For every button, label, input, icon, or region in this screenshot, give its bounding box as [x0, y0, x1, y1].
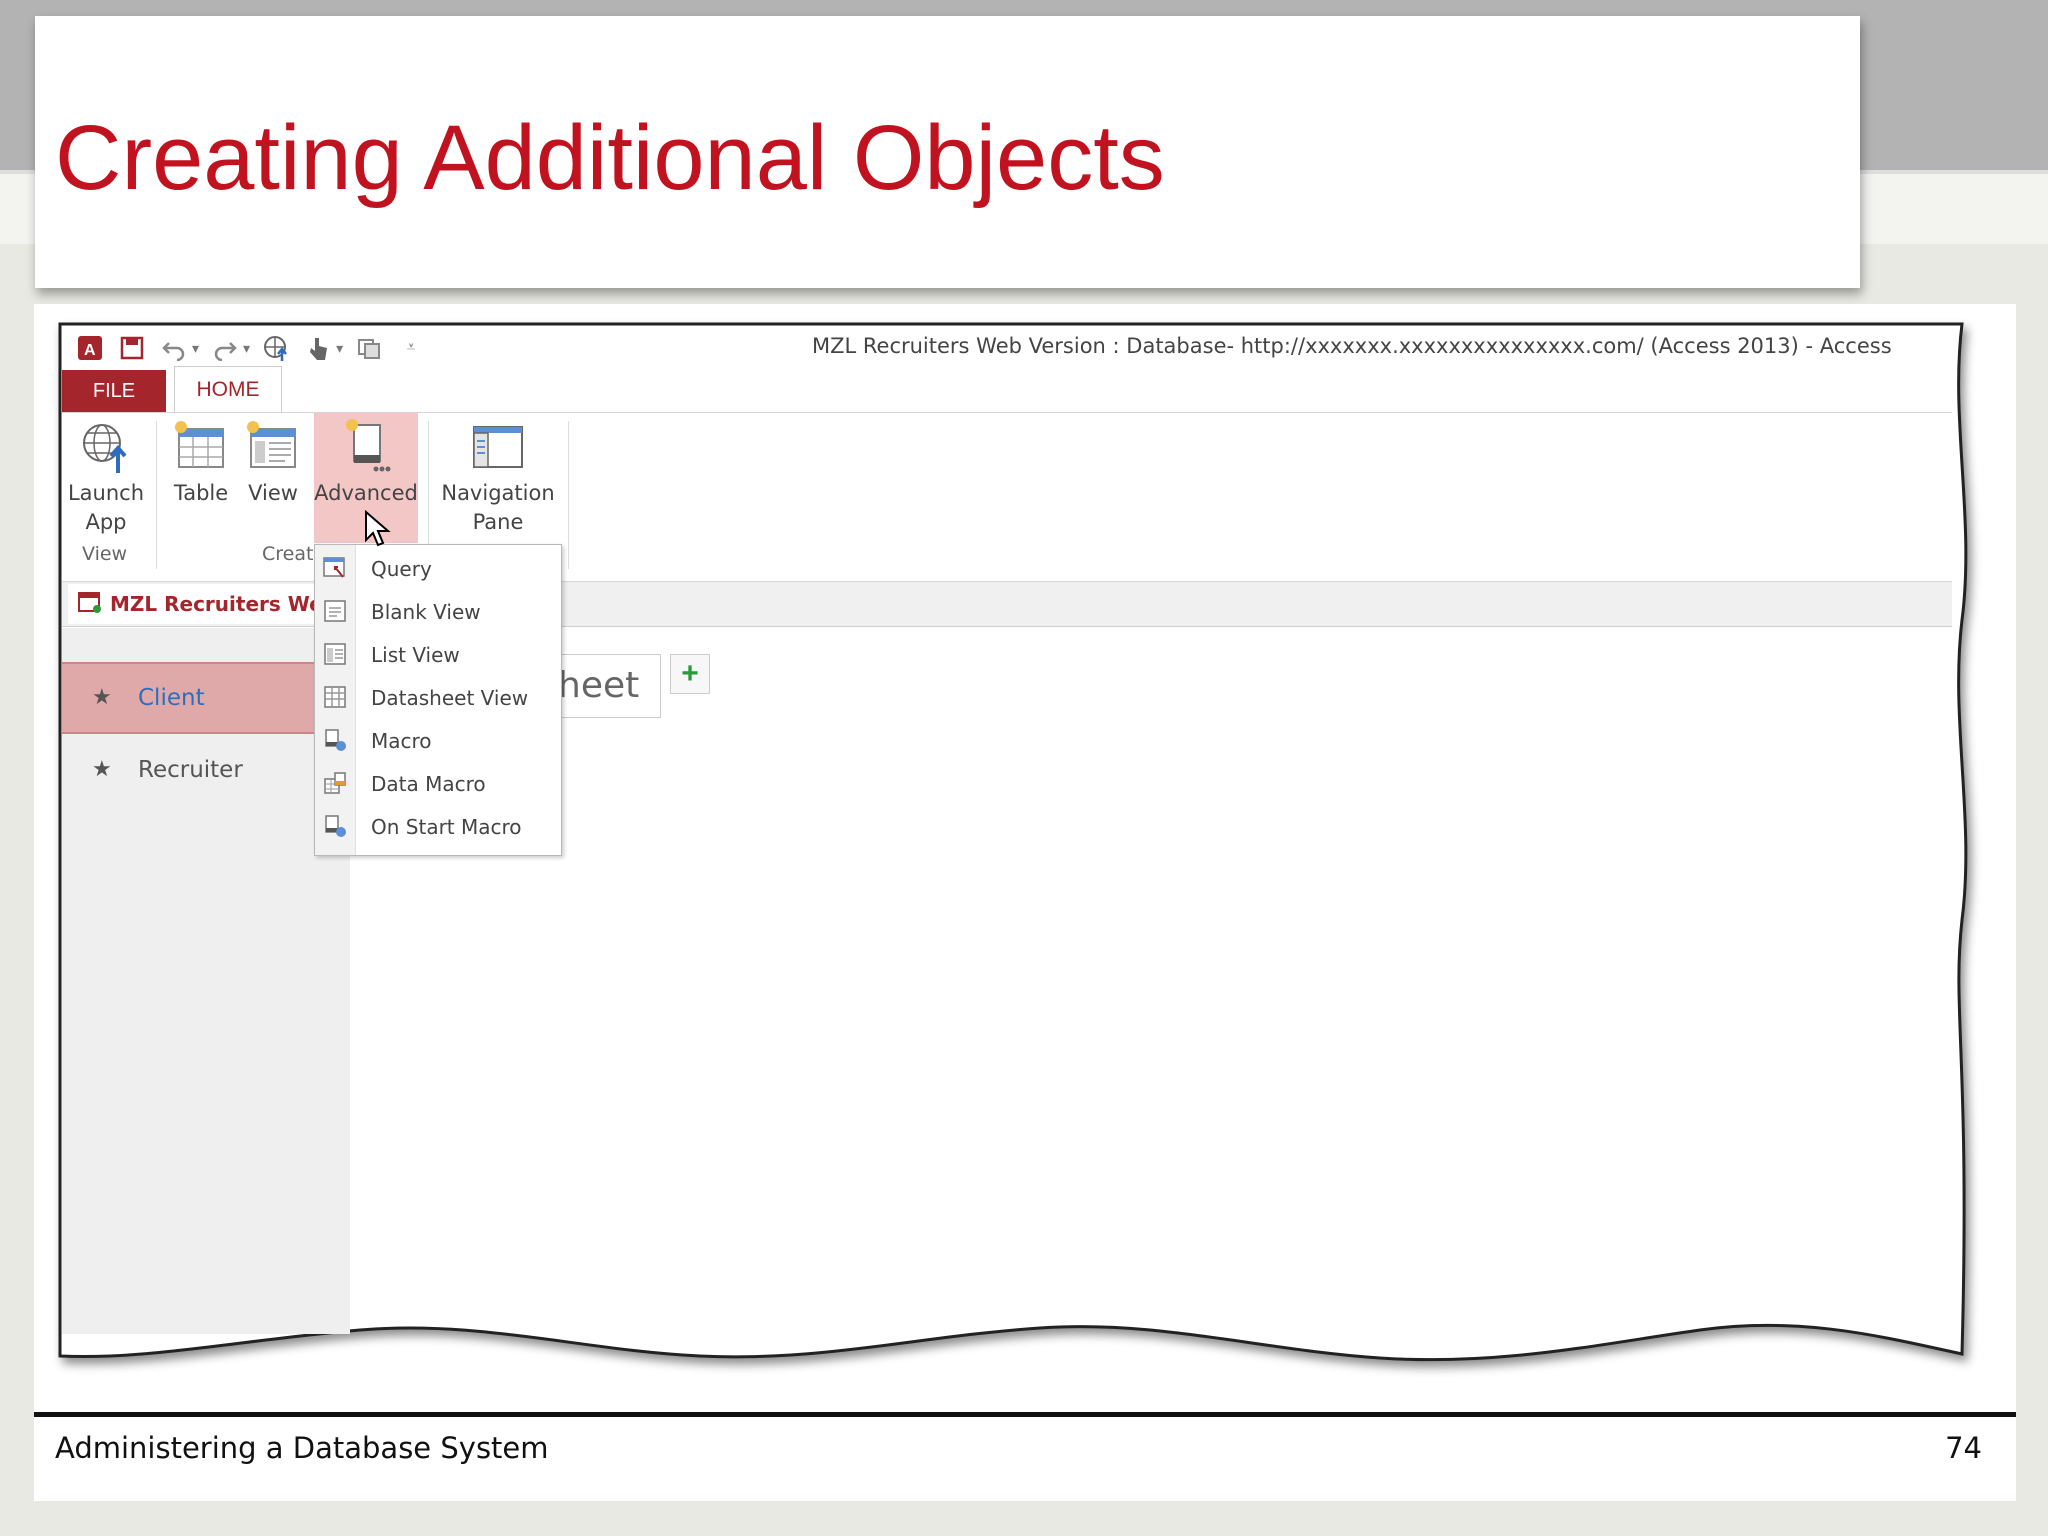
- navigation-pane-icon: [473, 426, 523, 468]
- advanced-dropdown-menu: Query Blank View List View Datasheet Vie…: [314, 544, 562, 856]
- launch-app-label-line2: App: [85, 510, 127, 534]
- navigation-pane-label-line1: Navigation: [441, 481, 555, 505]
- on-start-macro-icon: [325, 815, 346, 837]
- footer-title: Administering a Database System: [55, 1431, 549, 1465]
- window-title: MZL Recruiters Web Version : Database- h…: [812, 334, 1892, 358]
- tab-home[interactable]: HOME: [174, 366, 282, 413]
- advanced-label: Advanced: [314, 481, 418, 505]
- menu-item-label: Data Macro: [371, 772, 486, 796]
- menu-item-datasheet-view[interactable]: Datasheet View: [315, 676, 561, 719]
- web-app-icon: [78, 592, 101, 613]
- star-icon: ★: [92, 757, 112, 782]
- add-view-button[interactable]: +: [670, 654, 710, 694]
- view-label: View: [248, 481, 298, 505]
- touch-mode-icon[interactable]: [302, 332, 334, 364]
- table-icon: [175, 421, 224, 468]
- group-label-create: Creat: [262, 543, 314, 565]
- group-label-view: View: [82, 543, 128, 565]
- menu-item-label: Datasheet View: [371, 686, 529, 710]
- star-icon: ★: [92, 685, 112, 710]
- menu-item-query[interactable]: Query: [315, 547, 561, 590]
- svg-text:A: A: [84, 342, 96, 359]
- menu-item-label: Query: [371, 557, 432, 581]
- customize-qat-icon[interactable]: ⩡: [395, 332, 427, 364]
- slide-footer: Administering a Database System 74: [34, 1417, 2016, 1501]
- sync-icon[interactable]: [353, 332, 385, 364]
- undo-icon[interactable]: [158, 332, 190, 364]
- mouse-cursor-icon: [365, 510, 391, 547]
- save-icon[interactable]: [116, 332, 148, 364]
- menu-item-label: List View: [371, 643, 460, 667]
- page-number: 74: [1945, 1431, 1982, 1465]
- quick-access-toolbar: A ▾ ▾ ▾ ⩡: [74, 330, 427, 366]
- navigation-pane-button[interactable]: Navigation Pane: [436, 413, 560, 543]
- list-view-icon: [324, 643, 346, 665]
- menu-item-macro[interactable]: Macro: [315, 719, 561, 762]
- view-icon: [247, 421, 296, 468]
- touch-dropdown-icon[interactable]: ▾: [336, 340, 343, 357]
- access-logo-icon[interactable]: A: [74, 332, 106, 364]
- ribbon-separator: [156, 421, 157, 569]
- menu-item-label: On Start Macro: [371, 815, 522, 839]
- redo-dropdown-icon[interactable]: ▾: [243, 340, 250, 357]
- table-button[interactable]: Table: [168, 413, 234, 543]
- menu-item-on-start-macro[interactable]: On Start Macro: [315, 805, 561, 848]
- datasheet-view-icon: [324, 686, 346, 708]
- view-button[interactable]: View: [240, 413, 306, 543]
- blank-view-icon: [324, 600, 346, 622]
- launch-app-label-line1: Launch: [67, 481, 145, 505]
- table-label: Table: [173, 481, 229, 505]
- launch-app-button[interactable]: Launch App: [66, 413, 146, 543]
- query-icon: [323, 557, 345, 578]
- globe-launch-icon: [83, 424, 127, 473]
- navigation-pane: ★ Client ★ Recruiter: [62, 628, 350, 1334]
- menu-item-blank-view[interactable]: Blank View: [315, 590, 561, 633]
- advanced-icon: [346, 419, 391, 472]
- tab-file[interactable]: FILE: [62, 370, 166, 412]
- tab-datasheet[interactable]: heet: [548, 654, 661, 718]
- launch-app-icon[interactable]: [260, 332, 292, 364]
- undo-dropdown-icon[interactable]: ▾: [192, 340, 199, 357]
- redo-icon[interactable]: [209, 332, 241, 364]
- menu-item-label: Macro: [371, 729, 432, 753]
- macro-icon: [325, 729, 346, 751]
- nav-item-label: Client: [138, 685, 205, 711]
- menu-item-data-macro[interactable]: Data Macro: [315, 762, 561, 805]
- menu-item-label: Blank View: [371, 600, 481, 624]
- access-window: A ▾ ▾ ▾ ⩡ MZL Recruiters Web Version : D…: [62, 324, 1962, 1364]
- menu-item-list-view[interactable]: List View: [315, 633, 561, 676]
- nav-item-client[interactable]: ★ Client: [62, 662, 350, 734]
- nav-item-recruiter[interactable]: ★ Recruiter: [62, 736, 350, 804]
- navigation-pane-label-line2: Pane: [472, 510, 524, 534]
- data-macro-icon: [324, 772, 346, 794]
- nav-item-label: Recruiter: [138, 757, 243, 783]
- ribbon-separator: [568, 421, 569, 569]
